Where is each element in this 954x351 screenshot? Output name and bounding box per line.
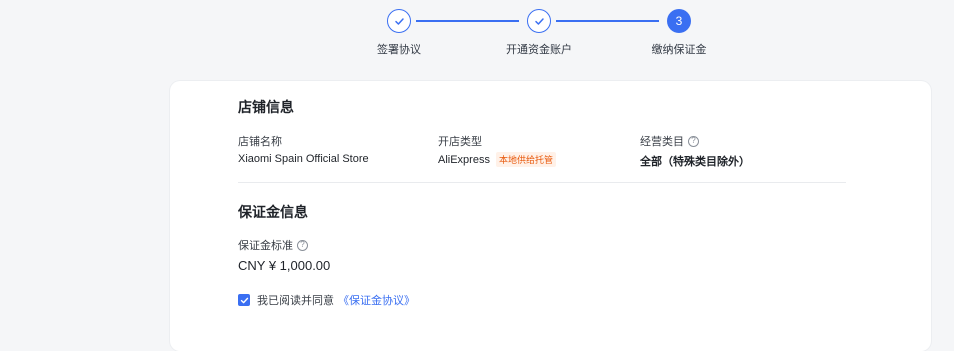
step-3-label: 缴纳保证金 (651, 44, 707, 56)
step-connector-1 (416, 20, 519, 22)
step-connector-2 (556, 20, 659, 22)
step-1-label: 签署协议 (377, 44, 421, 56)
store-type-text: AliExpress (438, 153, 490, 166)
store-type-label: 开店类型 (438, 136, 482, 148)
store-name-value: Xiaomi Spain Official Store (238, 153, 369, 165)
step-2-check-icon (527, 9, 551, 33)
store-name-label: 店铺名称 (238, 136, 282, 148)
question-circle-icon[interactable]: ? (688, 135, 699, 147)
step-1-check-icon (387, 9, 411, 33)
store-type-tag: 本地供给托管 (495, 152, 556, 167)
progress-stepper: 签署协议 开通资金账户 3 缴纳保证金 (0, 8, 954, 68)
question-circle-icon[interactable]: ? (297, 239, 308, 251)
agreement-row: 我已阅读并同意 《保证金协议》 (238, 292, 415, 308)
store-type-value: AliExpress 本地供给托管 (438, 152, 556, 167)
step-3-number: 3 (667, 9, 691, 33)
deposit-agreement-link[interactable]: 《保证金协议》 (338, 292, 415, 308)
deposit-amount: CNY ¥ 1,000.00 (238, 258, 331, 273)
agreement-text: 我已阅读并同意 (257, 295, 334, 307)
checkmark-icon (240, 297, 248, 303)
deposit-info-title: 保证金信息 (238, 204, 308, 220)
deposit-standard-label: 保证金标准 ? (238, 237, 308, 253)
agreement-checkbox[interactable] (238, 294, 250, 306)
step-2-label: 开通资金账户 (506, 44, 572, 56)
deposit-card: 店铺信息 店铺名称 Xiaomi Spain Official Store 开店… (170, 81, 931, 351)
store-info-title: 店铺信息 (238, 99, 294, 115)
category-value: 全部（特殊类目除外） (640, 156, 750, 168)
section-divider (238, 182, 846, 183)
category-label: 经营类目 ? (640, 133, 699, 149)
